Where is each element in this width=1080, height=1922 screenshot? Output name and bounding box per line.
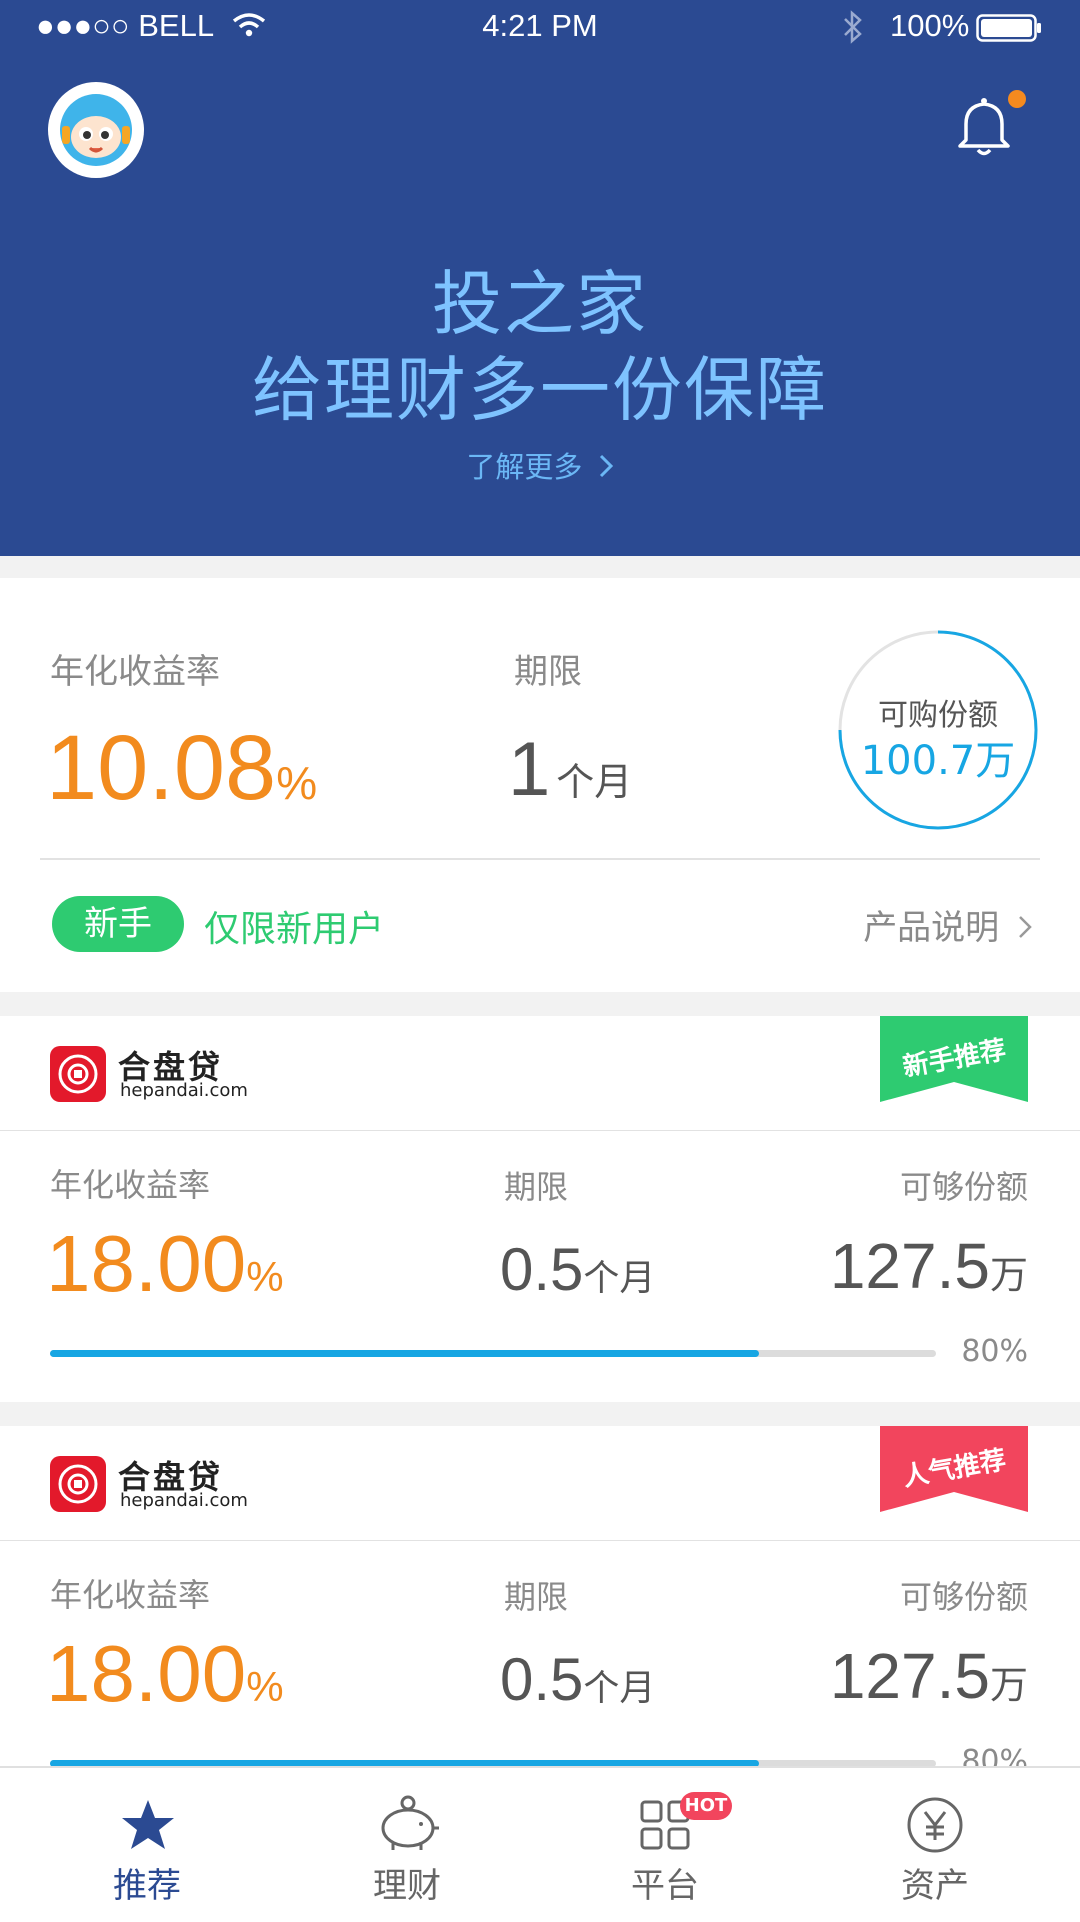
product-details-link[interactable]: 产品说明 — [863, 900, 1032, 950]
quota-label: 可够份额 — [899, 1168, 1028, 1206]
quota-value: 127.5万 — [830, 1222, 1028, 1327]
star-icon — [120, 1798, 176, 1856]
bluetooth-icon — [842, 10, 864, 48]
term-value: 0.5个月 — [500, 1636, 655, 1739]
learn-more-label: 了解更多 — [466, 450, 583, 484]
quota-value: 100.7万 — [860, 738, 1016, 784]
rate-label: 年化收益率 — [50, 652, 220, 692]
rate-label: 年化收益率 — [50, 1166, 211, 1204]
new-user-only-note: 仅限新用户 — [204, 909, 385, 950]
quota-label: 可够份额 — [899, 1578, 1028, 1616]
term-number: 0.5 — [500, 1236, 584, 1303]
divider — [0, 1540, 1080, 1541]
quota-number: 127.5 — [829, 1230, 990, 1302]
term-label: 期限 — [514, 652, 582, 692]
divider — [40, 858, 1040, 860]
learn-more-link[interactable]: 了解更多 — [0, 444, 1080, 486]
notification-dot — [1008, 90, 1026, 108]
bell-icon[interactable] — [952, 94, 1016, 164]
newbie-badge: 新手 — [52, 896, 184, 952]
term-label: 期限 — [504, 1168, 569, 1206]
rate-unit: % — [246, 1253, 284, 1300]
brand-domain: hepandai.com — [120, 1490, 248, 1511]
product-card[interactable]: 合盘贷 hepandai.com 新手推荐 年化收益率 18.00% 期限 0.… — [0, 1016, 1080, 1402]
brand-domain: hepandai.com — [120, 1080, 248, 1101]
hepandai-logo-icon — [50, 1456, 106, 1512]
hero-subtitle: 给理财多一份保障 — [252, 349, 828, 431]
yen-icon — [906, 1796, 964, 1858]
rate-number: 10.08 — [46, 717, 277, 819]
term-number: 1 — [508, 727, 551, 812]
quota-value: 127.5万 — [830, 1632, 1028, 1737]
tab-platform[interactable]: HOT 平台 — [530, 1768, 800, 1922]
tab-assets[interactable]: 资产 — [800, 1768, 1070, 1922]
hot-badge: HOT — [680, 1792, 732, 1820]
tab-label: 平台 — [631, 1866, 699, 1906]
tab-label: 资产 — [901, 1866, 969, 1906]
battery-icon — [976, 14, 1042, 46]
featured-product-card[interactable]: 年化收益率 10.08% 期限 1 个月 可购份额 100.7万 新手 仅限新用户… — [0, 578, 1080, 992]
piggy-bank-icon — [375, 1794, 441, 1858]
rate-value: 10.08% — [46, 718, 317, 833]
progress-text: 80% — [961, 1334, 1028, 1369]
avatar[interactable] — [48, 82, 144, 178]
rate-value: 18.00% — [46, 1630, 284, 1731]
term-number: 0.5 — [500, 1646, 584, 1713]
divider — [0, 1130, 1080, 1131]
rate-unit: % — [276, 757, 318, 809]
term-value: 1 个月 — [508, 720, 632, 840]
hero-banner: ●●●○○ BELL 4:21 PM 100% 投之家 给理财多一份保障 了解更… — [0, 0, 1080, 556]
quota-unit: 万 — [989, 1253, 1028, 1297]
chevron-right-icon — [1018, 910, 1032, 950]
term-label: 期限 — [504, 1578, 569, 1616]
rate-unit: % — [246, 1663, 284, 1710]
product-details-label: 产品说明 — [863, 908, 1000, 948]
tab-label: 理财 — [373, 1866, 441, 1906]
tab-label: 推荐 — [113, 1866, 181, 1906]
chevron-right-icon — [598, 452, 614, 486]
term-unit: 个月 — [583, 1668, 656, 1709]
bottom-tab-bar: 推荐 理财 HOT 平台 资产 — [0, 1766, 1080, 1922]
progress-bar — [50, 1350, 936, 1357]
term-unit: 个月 — [556, 760, 633, 804]
term-value: 0.5个月 — [500, 1226, 655, 1329]
tab-recommend[interactable]: 推荐 — [12, 1768, 282, 1922]
quota-number: 127.5 — [829, 1640, 990, 1712]
rate-number: 18.00 — [46, 1629, 247, 1718]
quota-unit: 万 — [989, 1663, 1028, 1707]
rate-number: 18.00 — [46, 1219, 247, 1308]
rate-label: 年化收益率 — [50, 1576, 211, 1614]
battery-percent: 100% — [890, 8, 970, 43]
product-card[interactable]: 合盘贷 hepandai.com 人气推荐 年化收益率 18.00% 期限 0.… — [0, 1426, 1080, 1812]
tab-finance[interactable]: 理财 — [272, 1768, 542, 1922]
progress-fill — [50, 1350, 759, 1357]
rate-value: 18.00% — [46, 1220, 284, 1321]
term-unit: 个月 — [583, 1258, 656, 1299]
hepandai-logo-icon — [50, 1046, 106, 1102]
